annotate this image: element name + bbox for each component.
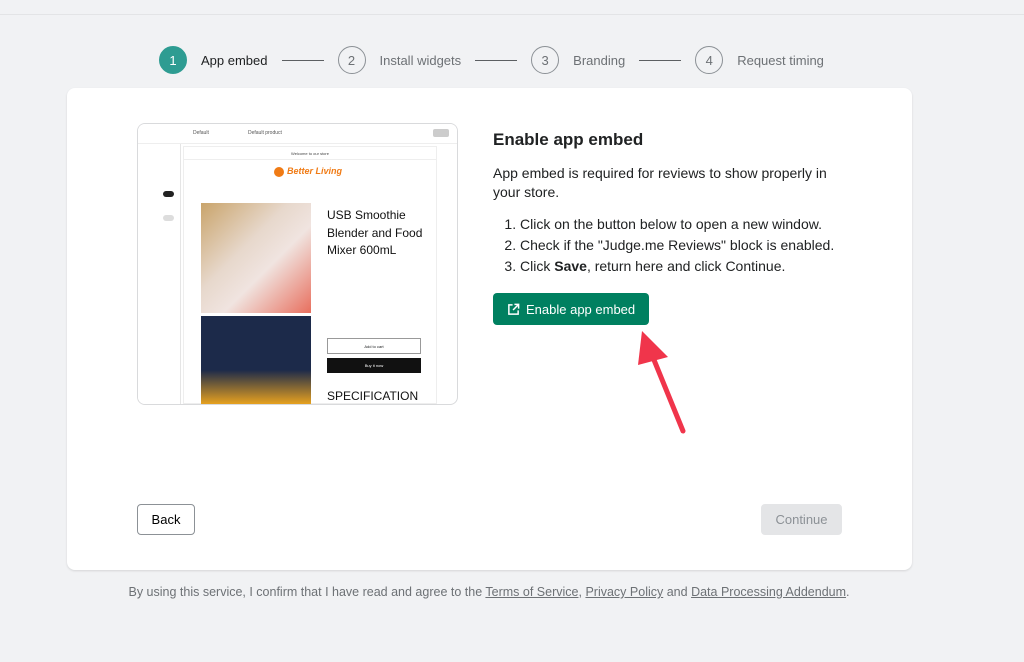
toggle-icon [163, 215, 174, 221]
back-button[interactable]: Back [137, 504, 195, 535]
preview-announcement: Welcome to our store [184, 147, 436, 160]
step-number: 2 [337, 46, 366, 74]
step-branding[interactable]: 3 Branding [531, 46, 625, 74]
add-to-cart: Add to cart [327, 338, 421, 354]
button-label: Enable app embed [526, 301, 636, 317]
continue-button[interactable]: Continue [761, 504, 842, 535]
step-number: 1 [159, 46, 187, 74]
privacy-link[interactable]: Privacy Policy [585, 585, 663, 599]
step-number: 4 [695, 46, 724, 74]
instructions: Enable app embed App embed is required f… [493, 130, 853, 325]
step-label: Request timing [737, 52, 824, 68]
preview-save-button [433, 129, 449, 137]
preview-theme: Default [193, 130, 209, 136]
product-image [201, 203, 311, 313]
list-item: Click on the button below to open a new … [520, 214, 853, 235]
step-connector [281, 59, 324, 61]
list-item: Click Save, return here and click Contin… [520, 256, 853, 277]
store-logo: Better Living [274, 166, 342, 177]
preview-store: Welcome to our store Better Living USB S… [183, 146, 437, 404]
top-divider [0, 14, 1024, 15]
enable-app-embed-button[interactable]: Enable app embed [493, 293, 650, 325]
external-link-icon [508, 303, 520, 315]
step-label: Install widgets [379, 52, 462, 68]
buy-now: Buy it now [327, 358, 421, 373]
step-label: App embed [201, 52, 268, 68]
onboarding-card: Default Default product Welcome to our s… [67, 88, 912, 570]
product-title: USB Smoothie Blender and Food Mixer 600m… [327, 208, 423, 257]
step-connector [639, 59, 682, 61]
product-image [201, 316, 311, 404]
step-label: Branding [573, 52, 626, 68]
stepper: 1 App embed 2 Install widgets 3 Branding… [159, 46, 824, 74]
dpa-link[interactable]: Data Processing Addendum [691, 585, 846, 599]
preview-toolbar: Default Default product [138, 124, 457, 144]
instruction-list: Click on the button below to open a new … [493, 214, 853, 277]
toggle-icon [163, 191, 174, 197]
step-app-embed[interactable]: 1 App embed [159, 46, 268, 74]
arrow-annotation-icon [638, 331, 686, 434]
section-description: App embed is required for reviews to sho… [493, 165, 827, 200]
step-request-timing[interactable]: 4 Request timing [695, 46, 824, 74]
list-item: Check if the "Judge.me Reviews" block is… [520, 235, 853, 256]
step-connector [475, 59, 518, 61]
preview-template: Default product [248, 130, 282, 136]
legal-footer: By using this service, I confirm that I … [128, 585, 850, 599]
section-title: Enable app embed [493, 130, 644, 149]
preview-sidebar [138, 144, 181, 404]
spec-heading: SPECIFICATION [327, 389, 419, 403]
step-install-widgets[interactable]: 2 Install widgets [337, 46, 462, 74]
theme-editor-preview-image: Default Default product Welcome to our s… [137, 123, 458, 405]
step-number: 3 [531, 46, 560, 74]
terms-link[interactable]: Terms of Service [485, 585, 578, 599]
